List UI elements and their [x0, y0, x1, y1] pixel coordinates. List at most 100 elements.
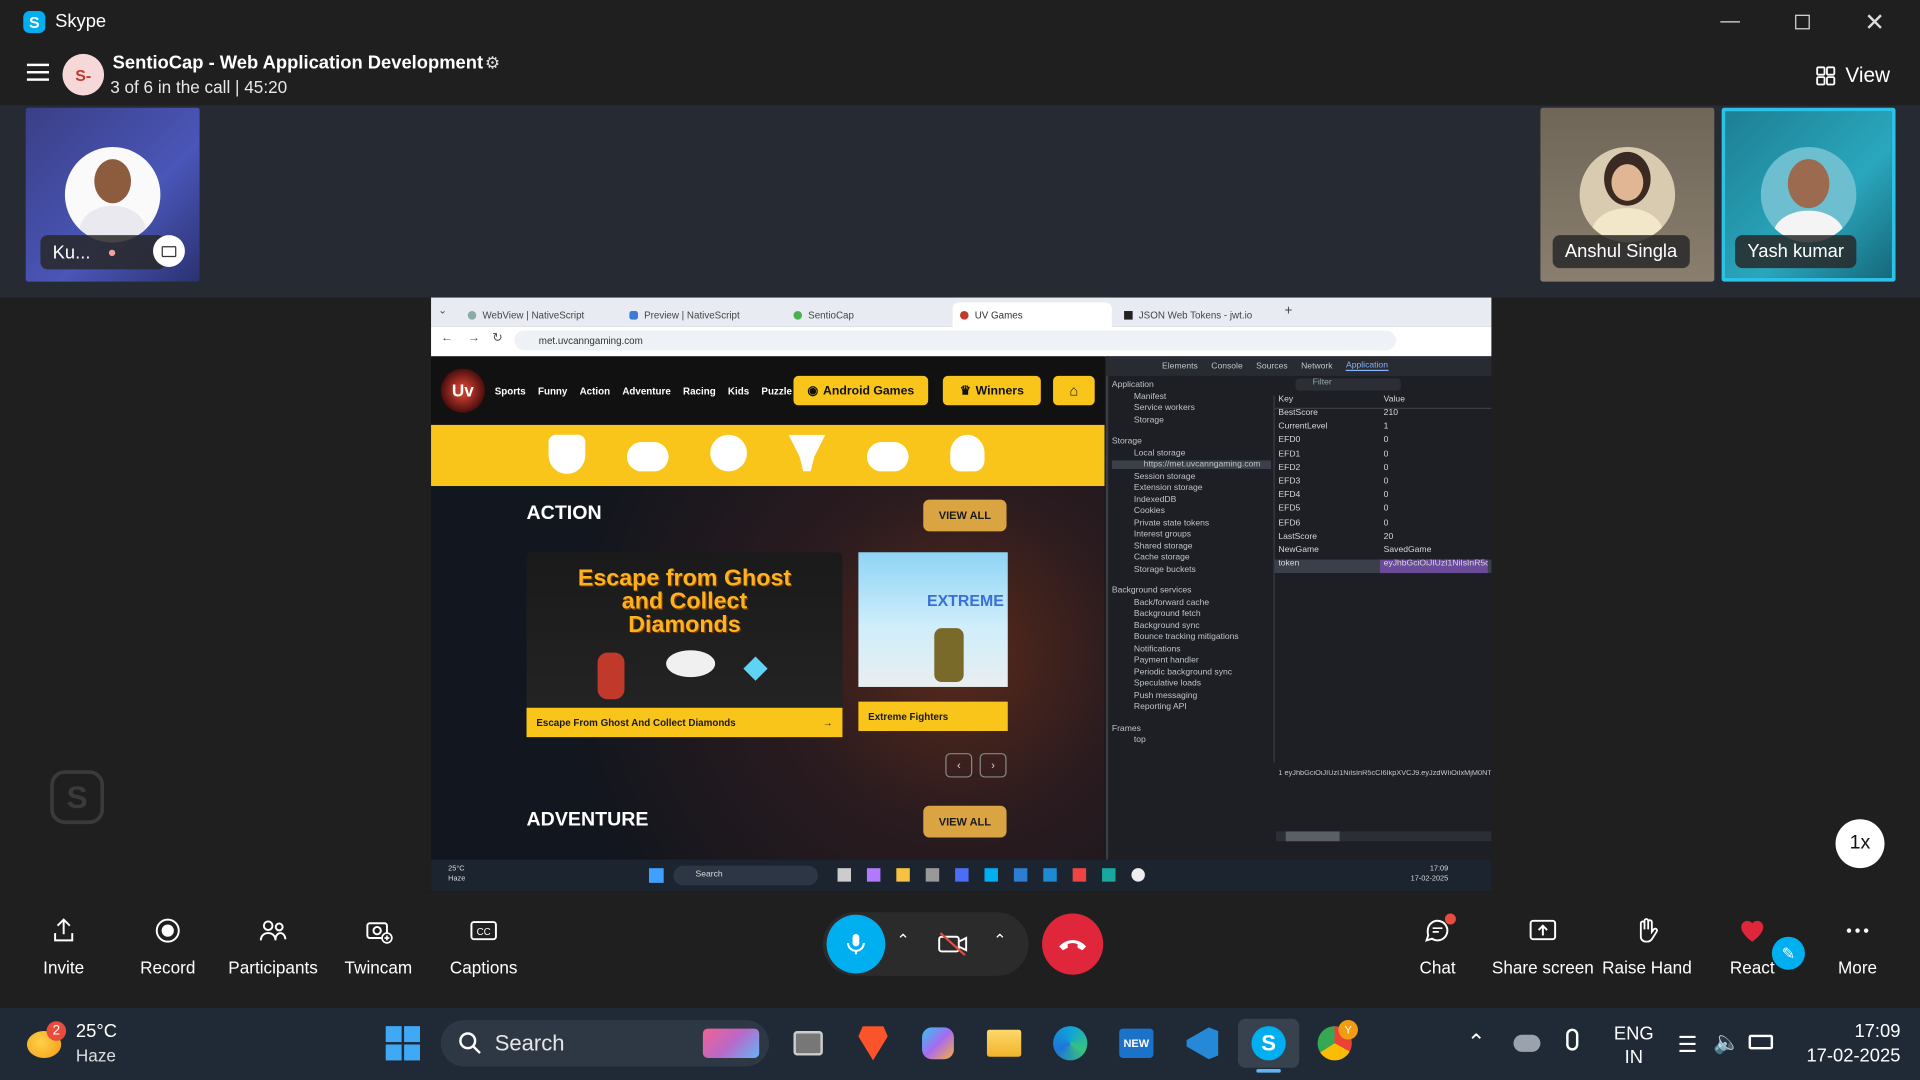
brave-browser-icon[interactable] [849, 1019, 898, 1068]
devtools-sidebar-item[interactable]: Shared storage [1112, 542, 1271, 551]
app-icon[interactable] [925, 868, 940, 882]
game-card-label[interactable]: Extreme Fighters [858, 701, 1008, 732]
address-bar[interactable]: met.uvcanngaming.com [514, 330, 1396, 351]
devtools-sidebar-item[interactable]: Cache storage [1112, 553, 1271, 562]
devtools-sidebar-item-selected[interactable]: https://met.uvcanngaming.com [1111, 460, 1272, 469]
storage-row[interactable]: EFD6 0 [1275, 519, 1492, 533]
view-all-button[interactable]: VIEW ALL [923, 499, 1007, 532]
twincam-button[interactable]: Twincam [329, 916, 427, 989]
devtools-sidebar-item[interactable]: Manifest [1112, 392, 1271, 401]
forward-icon[interactable]: → [468, 332, 480, 345]
gamepad-icon[interactable] [866, 442, 909, 472]
site-logo-icon[interactable]: Uv [440, 368, 485, 413]
helmet-icon[interactable] [950, 434, 985, 472]
draw-pencil-button[interactable]: ✎ [1771, 936, 1805, 970]
task-view-icon[interactable] [784, 1019, 833, 1068]
devtools-sidebar-item[interactable]: Storage buckets [1112, 565, 1271, 574]
devtools-sidebar-item[interactable]: Local storage [1112, 449, 1271, 458]
storage-row[interactable]: EFD4 0 [1275, 491, 1492, 505]
column-key[interactable]: Key [1275, 396, 1380, 408]
remote-search[interactable]: Search [673, 865, 818, 886]
participants-button[interactable]: Participants [224, 916, 322, 989]
trophy-icon[interactable] [788, 434, 826, 472]
column-value[interactable]: Value [1380, 396, 1405, 408]
storage-row[interactable]: EFD5 0 [1275, 505, 1492, 519]
app-icon[interactable] [896, 868, 910, 882]
camera-button[interactable] [931, 926, 975, 963]
devtools-scrollbar[interactable] [1275, 831, 1492, 842]
devtools-sidebar-item[interactable]: Speculative loads [1112, 680, 1271, 689]
storage-row[interactable]: EFD3 0 [1275, 477, 1492, 491]
taskbar-clock[interactable]: 17:09 17-02-2025 [1788, 1020, 1900, 1069]
end-call-button[interactable] [1042, 913, 1104, 975]
app-icon[interactable] [866, 868, 881, 882]
close-button[interactable]: ✕ [1839, 0, 1910, 44]
wifi-icon[interactable]: ☰ [1678, 1032, 1698, 1058]
skype-taskbar-icon[interactable]: S [1237, 1018, 1300, 1068]
browser-tab[interactable]: Preview | NativeScript [622, 302, 781, 326]
devtools-sidebar-item[interactable]: IndexedDB [1112, 495, 1271, 504]
call-title[interactable]: SentioCap - Web Application Development [113, 53, 483, 74]
devtools-sidebar-item[interactable]: Private state tokens [1112, 519, 1271, 528]
participant-tile-anshul[interactable]: Anshul Singla [1540, 107, 1715, 282]
gamepad-icon[interactable] [626, 442, 669, 472]
devtools-sidebar-item[interactable]: top [1112, 736, 1271, 745]
nav-link[interactable]: Racing [683, 386, 716, 397]
storage-row[interactable]: LastScore 20 [1275, 532, 1492, 546]
weather-widget[interactable]: 2 25°C Haze [26, 1019, 149, 1070]
android-games-button[interactable]: ◉ Android Games [793, 375, 929, 406]
carousel-next-button[interactable]: › [979, 753, 1007, 778]
share-screen-button[interactable]: Share screen [1487, 916, 1600, 989]
nav-link[interactable]: Kids [728, 386, 749, 397]
reload-icon[interactable]: ↻ [492, 332, 502, 345]
storage-row[interactable]: CurrentLevel 1 [1275, 423, 1492, 437]
devtools-sidebar-item[interactable]: Bounce tracking mitigations [1112, 633, 1271, 642]
nav-link[interactable]: Adventure [622, 386, 670, 397]
group-avatar[interactable]: S- [62, 53, 105, 96]
taskbar-search[interactable]: Search [440, 1020, 769, 1067]
storage-row[interactable]: EFD1 0 [1275, 450, 1492, 464]
edge-browser-icon[interactable] [1046, 1019, 1095, 1068]
nav-link[interactable]: Action [580, 386, 610, 397]
devtools-sidebar-item[interactable]: Session storage [1112, 472, 1271, 481]
devtools-sidebar-item[interactable]: Payment handler [1112, 656, 1271, 665]
game-card[interactable]: EXTREME [858, 552, 1008, 687]
nav-link[interactable]: Puzzle [761, 386, 791, 397]
devtools-tab-active[interactable]: Application [1346, 361, 1388, 372]
devtools-sidebar-item[interactable]: Periodic background sync [1112, 668, 1271, 677]
language-indicator[interactable]: ENG IN [1614, 1022, 1654, 1069]
settings-icon[interactable]: ⚙ [485, 53, 500, 74]
raise-hand-button[interactable]: Raise Hand [1598, 916, 1696, 989]
devtools-sidebar-item[interactable]: Extension storage [1112, 484, 1271, 493]
browser-tab[interactable]: SentioCap [786, 302, 945, 326]
more-button[interactable]: More [1809, 916, 1907, 989]
storage-filter[interactable]: Filter [1295, 378, 1401, 391]
battery-icon[interactable] [1748, 1034, 1774, 1050]
app-icon[interactable] [1013, 868, 1028, 882]
record-button[interactable]: Record [119, 916, 217, 989]
shield-icon[interactable] [548, 434, 586, 474]
app-icon[interactable] [1102, 868, 1116, 882]
app-icon[interactable] [837, 868, 852, 882]
microphone-tray-icon[interactable] [1566, 1028, 1579, 1051]
carousel-prev-button[interactable]: ‹ [945, 753, 973, 778]
devtools-sidebar-item[interactable]: Interest groups [1112, 530, 1271, 539]
new-tab-icon[interactable]: + [1285, 304, 1293, 319]
winners-button[interactable]: ♛ Winners [942, 375, 1041, 406]
storage-row[interactable]: EFD0 0 [1275, 436, 1492, 450]
ghost-icon[interactable] [710, 434, 747, 472]
devtools-sidebar-item[interactable]: Reporting API [1112, 703, 1271, 712]
participant-tile-yash[interactable]: Yash kumar [1721, 107, 1896, 282]
back-icon[interactable]: ← [441, 332, 453, 345]
app-icon[interactable] [1131, 868, 1145, 882]
nav-link[interactable]: Funny [538, 386, 567, 397]
captions-button[interactable]: CC Captions [435, 916, 533, 989]
browser-tab[interactable]: WebView | NativeScript [460, 302, 619, 326]
devtools-sidebar-item[interactable]: Back/forward cache [1112, 598, 1271, 607]
nav-link[interactable]: Sports [495, 386, 526, 397]
show-hidden-icons-chevron-icon[interactable]: ⌃ [1467, 1030, 1485, 1056]
file-explorer-icon[interactable] [980, 1019, 1029, 1068]
storage-row[interactable]: EFD2 0 [1275, 464, 1492, 478]
mic-options-chevron-icon[interactable]: ⌃ [896, 931, 909, 951]
view-button[interactable]: View [1816, 64, 1890, 88]
